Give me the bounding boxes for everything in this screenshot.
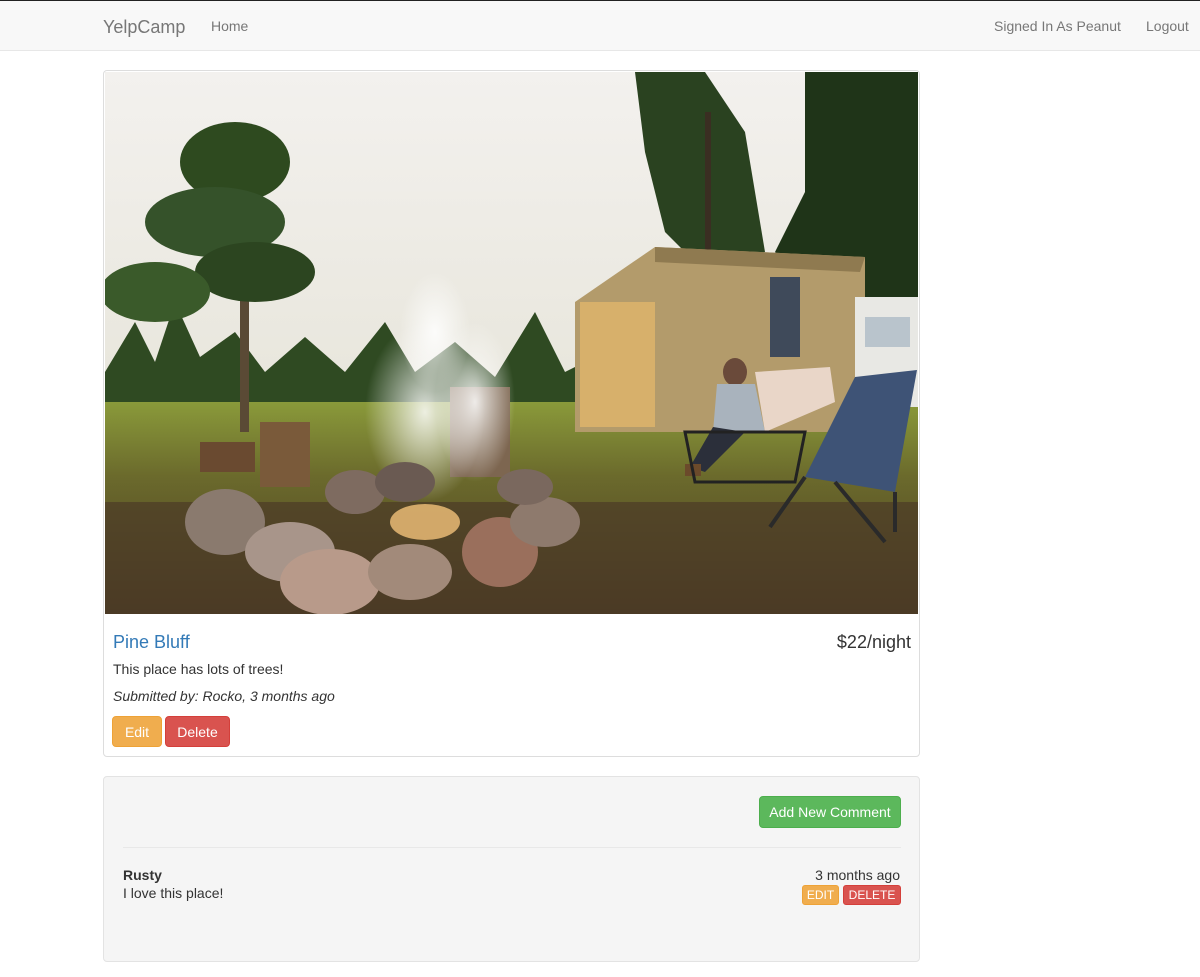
comment-author: Rusty [123, 867, 162, 883]
edit-comment-button[interactable]: EDIT [802, 885, 839, 905]
comments-divider [123, 847, 901, 848]
campground-submitted-by: Submitted by: Rocko, 3 months ago [113, 688, 335, 704]
comments-section: Add New Comment Rusty I love this place!… [103, 776, 920, 962]
nav-home-link[interactable]: Home [211, 18, 248, 34]
delete-campground-button[interactable]: Delete [165, 716, 230, 747]
brand-link[interactable]: YelpCamp [103, 17, 185, 38]
campground-photo [105, 72, 918, 614]
campground-description: This place has lots of trees! [113, 661, 284, 677]
edit-campground-button[interactable]: Edit [112, 716, 162, 747]
campground-card: Pine Bluff $22/night This place has lots… [103, 70, 920, 757]
campground-price: $22/night [836, 632, 911, 652]
logout-link[interactable]: Logout [1146, 18, 1189, 34]
signed-in-status: Signed In As Peanut [994, 18, 1121, 34]
delete-comment-button[interactable]: DELETE [843, 885, 901, 905]
navbar: YelpCamp Home Signed In As Peanut Logout [0, 0, 1200, 51]
add-comment-button[interactable]: Add New Comment [759, 796, 901, 828]
comment-timestamp: 3 months ago [815, 867, 900, 883]
comment-text: I love this place! [123, 885, 224, 901]
campground-name-link[interactable]: Pine Bluff [113, 632, 190, 653]
